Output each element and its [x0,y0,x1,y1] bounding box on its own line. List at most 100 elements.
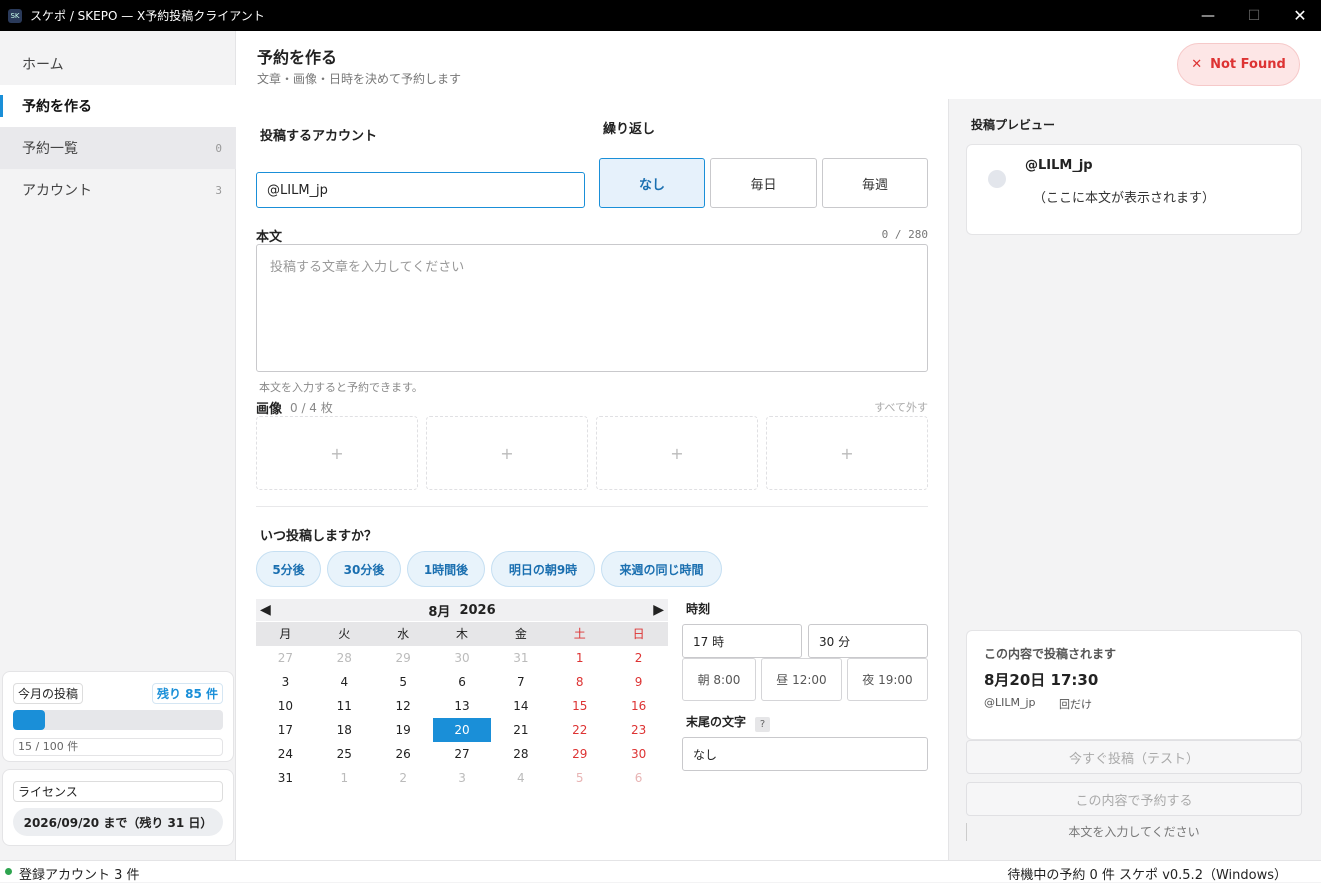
time-label: 時刻 [686,602,711,616]
calendar-day[interactable]: 27 [256,646,315,670]
calendar-day[interactable]: 14 [491,694,550,718]
image-slot-2[interactable]: + [426,416,588,490]
summary-account: @LILM_jp [984,696,1036,709]
quick-tomorrow-button[interactable]: 明日の朝9時 [491,551,595,587]
account-select[interactable]: @LILM_jp [256,172,585,208]
calendar-day[interactable]: 29 [374,646,433,670]
weekday-wed: 水 [397,627,410,641]
body-counter: 0 / 280 [881,228,928,241]
calendar-day[interactable]: 16 [609,694,668,718]
repeat-none-button[interactable]: なし [599,158,705,208]
quick-1hour-button[interactable]: 1時間後 [407,551,485,587]
sidebar-item-home[interactable]: ホーム [0,43,236,85]
calendar-day[interactable]: 1 [315,766,374,790]
calendar-day[interactable]: 19 [374,718,433,742]
repeat-label: 繰り返し [603,122,656,137]
weekday-mon: 月 [279,627,292,641]
body-textarea[interactable]: 投稿する文章を入力してください [256,244,928,372]
post-now-button[interactable]: 今すぐ投稿（テスト） [966,740,1302,774]
calendar-day[interactable]: 25 [315,742,374,766]
calendar-day[interactable]: 12 [374,694,433,718]
sidebar-item-accounts[interactable]: アカウント 3 [0,169,236,211]
calendar-day[interactable]: 22 [550,718,609,742]
calendar-day[interactable]: 6 [609,766,668,790]
image-slot-1[interactable]: + [256,416,418,490]
preset-noon-button[interactable]: 昼 12:00 [761,658,842,701]
calendar-day[interactable]: 2 [374,766,433,790]
calendar-day[interactable]: 23 [609,718,668,742]
calendar-day[interactable]: 21 [491,718,550,742]
calendar-day[interactable]: 7 [491,670,550,694]
summary-title: この内容で投稿されます [984,647,1117,661]
calendar-day[interactable]: 18 [315,718,374,742]
hour-select[interactable]: 17 時 [682,624,802,658]
calendar-day[interactable]: 8 [550,670,609,694]
clear-images-link[interactable]: すべて外す [874,399,928,415]
quick-next-week-button[interactable]: 来週の同じ時間 [601,551,722,587]
sidebar-item-schedule-list[interactable]: 予約一覧 0 [0,127,236,169]
image-slot-3[interactable]: + [596,416,758,490]
sidebar-item-label: 予約を作る [22,99,92,115]
quick-30min-button[interactable]: 30分後 [327,551,401,587]
calendar-day[interactable]: 30 [609,742,668,766]
sidebar-item-create[interactable]: 予約を作る [0,85,236,127]
schedule-button[interactable]: この内容で予約する [966,782,1302,816]
suffix-select[interactable]: なし [682,737,928,771]
calendar-day[interactable]: 5 [550,766,609,790]
calendar-week: 3456789 [256,670,668,694]
minimize-icon[interactable]: — [1185,0,1231,31]
calendar-day[interactable]: 28 [491,742,550,766]
help-icon[interactable]: ? [755,717,770,732]
calendar-year[interactable]: 2026 [459,603,495,618]
calendar-day[interactable]: 27 [433,742,492,766]
calendar-day[interactable]: 31 [491,646,550,670]
not-found-button[interactable]: ✕ Not Found [1177,43,1300,86]
calendar-day[interactable]: 11 [315,694,374,718]
calendar-day[interactable]: 30 [433,646,492,670]
calendar-month[interactable]: 8月 [428,601,450,620]
status-accounts: 登録アカウント 3 件 [19,868,140,883]
summary-datetime: 8月20日 17:30 [984,671,1099,689]
account-count-badge: 3 [215,183,222,197]
calendar-day[interactable]: 2 [609,646,668,670]
close-icon: ✕ [1191,57,1203,72]
repeat-daily-button[interactable]: 毎日 [710,158,817,208]
sidebar: ホーム 予約を作る 予約一覧 0 アカウント 3 今月の投稿 残り 85 件 1… [0,31,236,860]
calendar-day[interactable]: 4 [315,670,374,694]
calendar-day[interactable]: 24 [256,742,315,766]
calendar-day[interactable]: 17 [256,718,315,742]
quick-5min-button[interactable]: 5分後 [256,551,321,587]
page-header: 予約を作る 文章・画像・日時を決めて予約します [236,31,1321,99]
prev-month-icon[interactable]: ◀ [260,602,271,618]
not-found-label: Not Found [1210,57,1286,72]
divider [966,823,967,841]
preset-evening-button[interactable]: 夜 19:00 [847,658,928,701]
calendar-day[interactable]: 28 [315,646,374,670]
when-label: いつ投稿しますか？ [260,529,378,544]
calendar-day[interactable]: 9 [609,670,668,694]
calendar-week: 10 11 12 13 14 15 16 [256,694,668,718]
minute-select[interactable]: 30 分 [808,624,928,658]
calendar-day[interactable]: 20 [432,718,492,742]
image-slot-4[interactable]: + [766,416,928,490]
calendar-day[interactable]: 13 [433,694,492,718]
next-month-icon[interactable]: ▶ [653,602,664,618]
calendar-day[interactable]: 3 [256,670,315,694]
calendar-day[interactable]: 5 [374,670,433,694]
maximize-icon[interactable]: ☐ [1231,0,1277,31]
summary-card: この内容で投稿されます 8月20日 17:30 @LILM_jp 回だけ [966,630,1302,740]
license-title: ライセンス [13,781,223,802]
calendar-day[interactable]: 3 [433,766,492,790]
calendar-day[interactable]: 29 [550,742,609,766]
close-icon[interactable]: ✕ [1277,0,1321,31]
calendar-day[interactable]: 1 [550,646,609,670]
calendar-day[interactable]: 6 [433,670,492,694]
calendar-day[interactable]: 26 [374,742,433,766]
calendar-header: ◀ 8月 2026 ▶ [256,599,668,621]
calendar-day[interactable]: 4 [491,766,550,790]
repeat-weekly-button[interactable]: 毎週 [822,158,928,208]
preset-morning-button[interactable]: 朝 8:00 [682,658,756,701]
calendar-day[interactable]: 31 [256,766,315,790]
calendar-day[interactable]: 10 [256,694,315,718]
calendar-day[interactable]: 15 [550,694,609,718]
